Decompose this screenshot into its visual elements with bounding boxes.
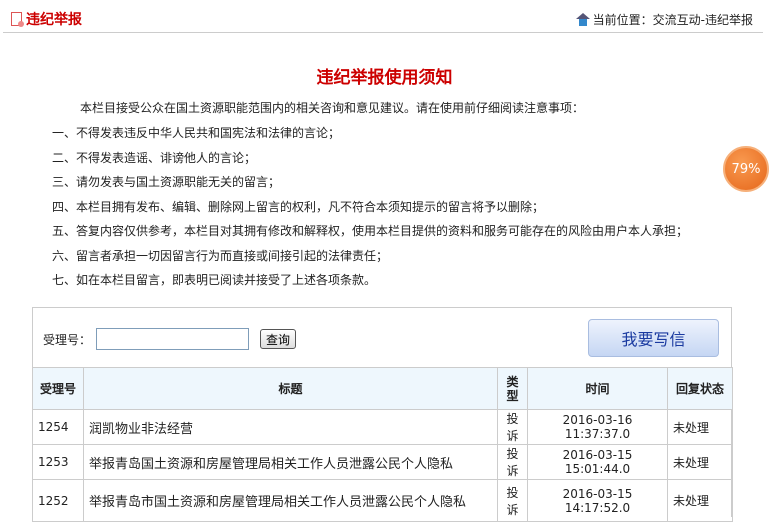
cell-status: 未处理 [667,444,733,480]
breadcrumb-text: 当前位置：交流互动-违纪举报 [592,13,753,27]
cell-status: 未处理 [667,409,733,445]
home-icon[interactable] [575,13,590,26]
notice-title: 违纪举报使用须知 [316,68,453,88]
table-row[interactable]: 1252 举报青岛市国土资源和房屋管理局相关工作人员泄露公民个人隐私 投诉 20… [32,479,733,522]
rules-list: 一、不得发表违反中华人民共和国宪法和法律的言论； 二、不得发表造谣、诽谤他人的言… [52,124,688,296]
table-row[interactable]: 1253 举报青岛国土资源和房屋管理局相关工作人员泄露公民个人隐私 投诉 201… [32,444,733,480]
search-label: 受理号： [43,332,92,347]
col-type: 类型 [497,367,528,410]
notice-intro: 本栏目接受公众在国土资源职能范围内的相关咨询和意见建议。请在使用前仔细阅读注意事… [80,101,585,115]
cell-title-link[interactable]: 润凯物业非法经营 [83,409,498,445]
col-time: 时间 [527,367,668,410]
breadcrumb: 当前位置：交流互动-违纪举报 [575,11,753,28]
cell-id: 1253 [32,444,84,480]
cell-id: 1254 [32,409,84,445]
page-heading: 违纪举报 [11,9,82,29]
cell-title-link[interactable]: 举报青岛国土资源和房屋管理局相关工作人员泄露公民个人隐私 [83,444,498,480]
letters-table: 受理号 标题 类型 时间 回复状态 1254 润凯物业非法经营 投诉 2016-… [32,367,733,522]
page-title: 违纪举报 [26,12,82,28]
cell-time: 2016-03-15 15:01:44.0 [527,444,668,480]
rule-item: 三、请勿发表与国土资源职能无关的留言； [52,175,281,189]
rule-item: 四、本栏目拥有发布、编辑、删除网上留言的权利，凡不符合本须知提示的留言将予以删除… [52,199,545,214]
cell-type: 投诉 [497,409,528,445]
query-button[interactable]: 查询 [260,329,297,349]
cell-time: 2016-03-15 14:17:52.0 [527,479,668,522]
rule-item: 二、不得发表造谣、诽谤他人的言论； [52,150,257,165]
table-row[interactable]: 1254 润凯物业非法经营 投诉 2016-03-16 11:37:37.0 未… [32,409,733,445]
table-header: 受理号 标题 类型 时间 回复状态 [32,367,733,410]
case-number-input[interactable] [96,328,250,350]
rule-item: 七、如在本栏目留言，即表明已阅读并接受了上述各项条款。 [52,273,377,287]
rule-item: 六、留言者承担一切因留言行为而直接或间接引起的法律责任； [52,248,389,263]
cell-type: 投诉 [497,444,528,480]
search-form: 受理号： 查询 [43,328,297,350]
cell-time: 2016-03-16 11:37:37.0 [527,409,668,445]
col-title: 标题 [83,367,498,410]
letters-panel: 受理号： 查询 我要写信 受理号 标题 类型 时间 回复状态 1254 润凯物业… [32,307,733,522]
cell-title-link[interactable]: 举报青岛市国土资源和房屋管理局相关工作人员泄露公民个人隐私 [83,479,498,522]
rule-item: 五、答复内容仅供参考，本栏目对其拥有修改和解释权，使用本栏目提供的资料和服务可能… [52,224,689,238]
col-id: 受理号 [32,367,84,410]
col-status: 回复状态 [667,367,733,410]
progress-badge[interactable]: 79% [723,146,769,192]
rule-item: 一、不得发表违反中华人民共和国宪法和法律的言论； [52,126,341,140]
cell-type: 投诉 [497,479,528,522]
cell-status: 未处理 [667,479,733,522]
header-bar: 违纪举报 当前位置：交流互动-违纪举报 [3,0,763,33]
document-icon [11,12,24,27]
write-letter-button[interactable]: 我要写信 [588,319,719,357]
cell-id: 1252 [32,479,84,522]
